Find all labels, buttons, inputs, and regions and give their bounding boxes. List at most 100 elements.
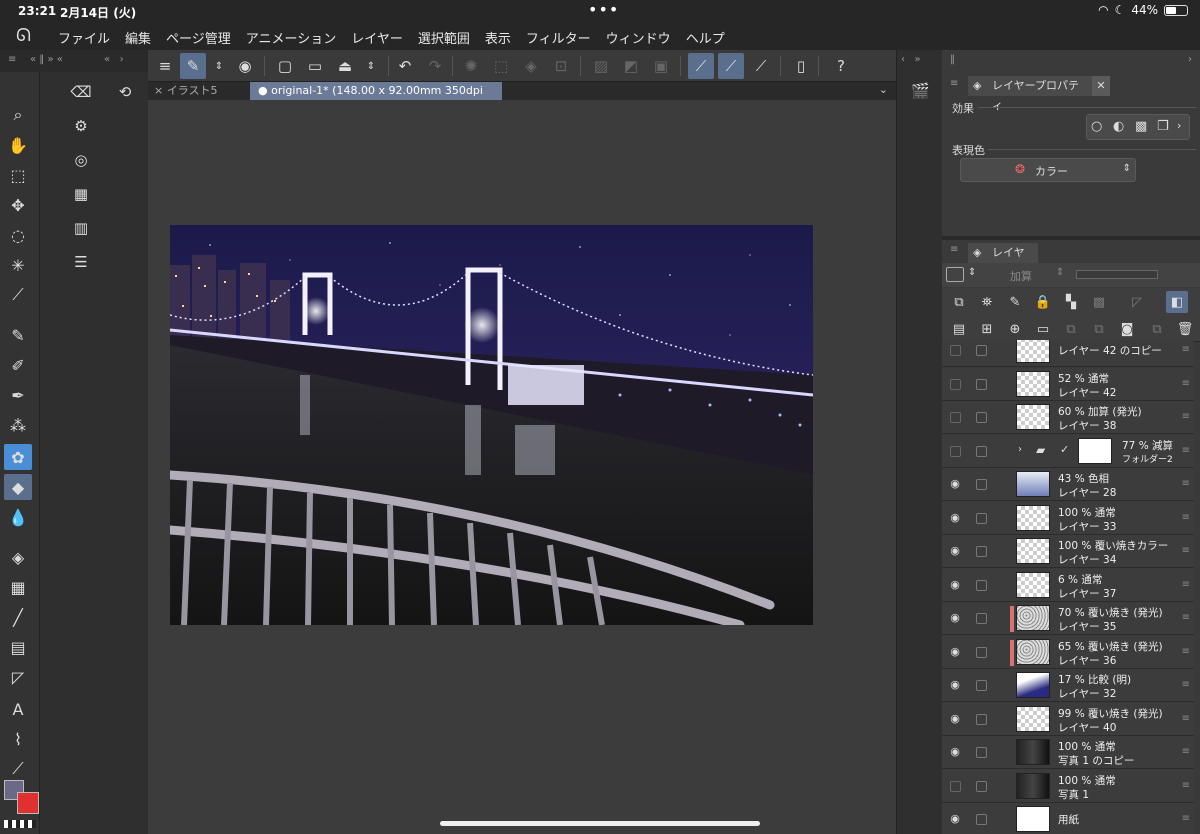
menu-item[interactable]: レイヤー	[351, 28, 403, 47]
drag-handle-icon[interactable]: ≡	[1182, 780, 1190, 791]
layer-row[interactable]: ◉ 17 % 比較 (明) レイヤー 32 ≡	[942, 669, 1194, 702]
ruler-show-icon[interactable]: ◸	[1126, 291, 1148, 313]
expression-color-select[interactable]: ❂ カラー ⇕	[960, 158, 1136, 182]
snap-ruler-icon[interactable]: ⟋	[688, 53, 714, 79]
eye-icon[interactable]: ◉	[948, 712, 962, 726]
layer-row[interactable]: › ▰ ✓ 77 % 減算 フォルダー2 ≡	[942, 434, 1194, 468]
panel-expand-icon[interactable]: « ›	[104, 54, 124, 65]
new-raster-layer-icon[interactable]: ⊞	[976, 318, 998, 340]
tab-illust5[interactable]: × イラスト5	[148, 82, 248, 100]
layer-select-checkbox[interactable]	[976, 646, 987, 658]
visibility-toggle[interactable]	[950, 780, 961, 792]
tone-icon[interactable]: ▩	[1135, 119, 1147, 134]
folder-expand-icon[interactable]: ›	[1018, 444, 1022, 455]
layer-row[interactable]: ◉ 43 % 色相 レイヤー 28 ≡	[942, 468, 1194, 501]
decoration-icon[interactable]: ✿	[4, 444, 32, 470]
eye-icon[interactable]: ◉	[948, 544, 962, 558]
layer-select-checkbox[interactable]	[976, 546, 987, 557]
sparkle-icon[interactable]: ✺	[458, 53, 484, 79]
opacity-slider[interactable]	[1076, 270, 1158, 279]
operation-icon[interactable]: ⬚	[4, 162, 32, 188]
transform-icon[interactable]: ⬚	[488, 53, 514, 79]
ref-layer-icon[interactable]: ⛯	[976, 291, 998, 313]
drag-handle-icon[interactable]: ≡	[1182, 411, 1190, 422]
layer-select-checkbox[interactable]	[976, 579, 987, 591]
apply-mask-icon[interactable]: ⧉	[1146, 318, 1168, 340]
tab-layer[interactable]: ◈ レイヤー	[968, 243, 1038, 279]
drag-handle-icon[interactable]: ≡	[1182, 579, 1190, 590]
layer-row[interactable]: ◉ 99 % 覆い焼き (発光) レイヤー 40 ≡	[942, 702, 1194, 736]
create-mask-icon[interactable]: ◙	[1116, 318, 1138, 340]
layer-select-checkbox[interactable]	[976, 680, 987, 691]
animation-timeline-icon[interactable]: 🎬	[911, 82, 930, 100]
menu-item[interactable]: ウィンドウ	[606, 28, 671, 47]
drag-handle-icon[interactable]: ≡	[1182, 713, 1190, 724]
layer-select-checkbox[interactable]	[976, 713, 987, 725]
eye-icon[interactable]: ◉	[948, 477, 962, 491]
sub-tool-film-icon[interactable]: ▥	[69, 216, 93, 240]
menu-item[interactable]: ヘルプ	[686, 28, 725, 47]
eyedropper-icon[interactable]: ⟋	[4, 282, 32, 308]
eye-icon[interactable]: ◉	[948, 578, 962, 592]
layer-row[interactable]: ◉ 100 % 通常 レイヤー 33 ≡	[942, 501, 1194, 535]
ruler-icon[interactable]: ◸	[4, 664, 32, 690]
layer-row[interactable]: 100 % 通常 写真 1 ≡	[942, 769, 1194, 803]
help-icon[interactable]: ?	[828, 53, 854, 79]
visibility-toggle[interactable]	[950, 345, 961, 356]
clip-icon[interactable]: ⧉	[948, 291, 970, 313]
blend-icon[interactable]: 💧	[4, 504, 32, 530]
mask-enable-icon[interactable]: ▩	[1088, 291, 1110, 313]
property-panel-menu-icon[interactable]: ≡	[950, 78, 958, 89]
blend-mode-select[interactable]: 加算	[1010, 268, 1032, 284]
new-vector-layer-icon[interactable]: ⊕	[1004, 318, 1026, 340]
magic-wand-icon[interactable]: ✳	[4, 252, 32, 278]
airbrush-icon[interactable]: ⁂	[4, 412, 32, 438]
brush-icon[interactable]: ✒	[4, 382, 32, 408]
chevron-down-icon[interactable]: ⌄	[879, 83, 888, 96]
chevron-updown-icon[interactable]: ⇕	[968, 267, 976, 278]
layer-row[interactable]: ◉ 70 % 覆い焼き (発光) レイヤー 35 ≡	[942, 602, 1194, 635]
border-effect-icon[interactable]: ○	[1091, 119, 1102, 134]
sub-color-swatch[interactable]	[17, 792, 39, 814]
layer-list-icon[interactable]: ▤	[948, 318, 970, 340]
layer-select-checkbox[interactable]	[976, 378, 987, 390]
eye-icon[interactable]: ◉	[948, 645, 962, 659]
layer-select-checkbox[interactable]	[976, 479, 987, 490]
transparent-color-swatch[interactable]	[4, 820, 36, 828]
drag-handle-icon[interactable]: ≡	[1182, 545, 1190, 556]
snap-grid-icon[interactable]: ⟋	[748, 53, 774, 79]
menu-item[interactable]: ファイル	[58, 28, 110, 47]
sub-tool-menu-icon[interactable]: ⟲	[113, 80, 137, 104]
merge-down-icon[interactable]: ⧉	[1088, 318, 1110, 340]
menu-item[interactable]: フィルター	[526, 28, 591, 47]
right-dock-expand-icon[interactable]: ›	[1188, 54, 1192, 65]
fill-selection-icon[interactable]: ◈	[518, 53, 544, 79]
drag-handle-icon[interactable]: ≡	[1182, 512, 1190, 523]
pen-icon[interactable]: ✎	[4, 322, 32, 348]
snap-special-icon[interactable]: ⟋	[718, 53, 744, 79]
eye-icon[interactable]: ◉	[948, 678, 962, 692]
right-dock-collapse-icon[interactable]: ‖	[950, 54, 955, 65]
layer-row[interactable]: ◉ 用紙 ≡	[942, 803, 1194, 834]
hand-icon[interactable]: ✋	[4, 132, 32, 158]
layer-select-checkbox[interactable]	[976, 747, 987, 758]
pencil-icon[interactable]: ✐	[4, 352, 32, 378]
extract-line-icon[interactable]: ◐	[1113, 119, 1124, 134]
menu-item[interactable]: 編集	[125, 28, 151, 47]
effect-more-icon[interactable]: ›	[1177, 119, 1181, 132]
close-icon[interactable]: ✕	[1092, 76, 1110, 96]
panel-menu-icon[interactable]: ≡	[8, 54, 16, 65]
sub-tool-list-icon[interactable]: ☰	[69, 250, 93, 274]
menu-icon[interactable]: ≡	[152, 53, 178, 79]
chevron-updown-icon[interactable]: ⇕	[1056, 267, 1064, 278]
lasso-icon[interactable]: ◌	[4, 222, 32, 248]
layer-select-checkbox[interactable]	[976, 512, 987, 524]
open-folder-icon[interactable]: ▭	[302, 53, 328, 79]
undo-icon[interactable]: ↶	[392, 53, 418, 79]
sub-tool-grid-icon[interactable]: ▦	[69, 182, 93, 206]
layer-panel-menu-icon[interactable]: ≡	[950, 244, 958, 255]
layer-row[interactable]: ◉ 100 % 覆い焼きカラー レイヤー 34 ≡	[942, 535, 1194, 568]
figure-icon[interactable]: ╱	[4, 604, 32, 630]
multitask-dots[interactable]: •••	[588, 0, 619, 19]
balloon-icon[interactable]: ⌇	[4, 726, 32, 752]
